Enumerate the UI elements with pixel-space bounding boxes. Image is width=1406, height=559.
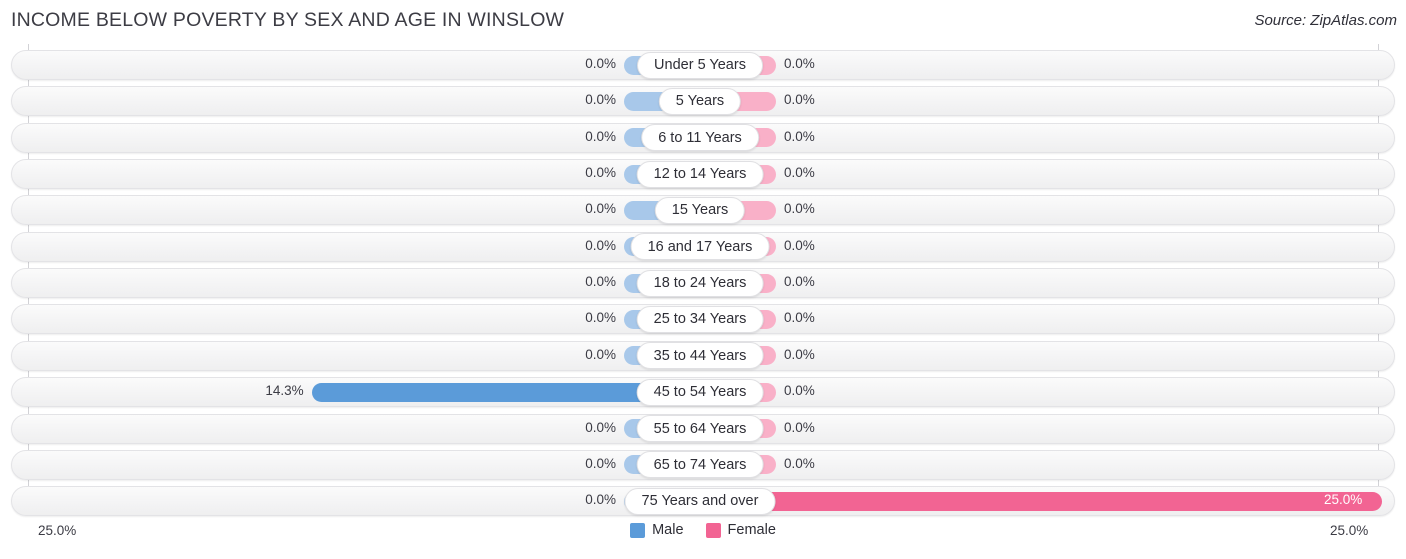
category-label: 15 Years (654, 196, 746, 224)
value-label-male: 0.0% (585, 237, 616, 253)
category-label-text: 16 and 17 Years (647, 238, 753, 255)
category-label-text: 6 to 11 Years (658, 129, 742, 146)
value-label-male: 0.0% (585, 455, 616, 471)
category-label: 18 to 24 Years (636, 269, 764, 297)
legend-label: Female (727, 522, 776, 538)
value-label-male: 0.0% (585, 274, 616, 290)
value-label-male: 0.0% (585, 346, 616, 362)
legend-item[interactable]: Female (705, 522, 776, 538)
value-label-female: 0.0% (784, 455, 815, 471)
legend-label: Male (652, 522, 684, 538)
category-label: 35 to 44 Years (636, 342, 764, 370)
value-label-male: 0.0% (585, 419, 616, 435)
category-label-text: 18 to 24 Years (653, 275, 747, 292)
category-label-text: 45 to 54 Years (653, 384, 747, 401)
value-label-female: 0.0% (784, 92, 815, 108)
value-label-male: 0.0% (585, 165, 616, 181)
value-label-female: 25.0% (1324, 492, 1363, 508)
value-label-male: 0.0% (585, 310, 616, 326)
legend-item[interactable]: Male (630, 522, 684, 538)
value-label-female: 0.0% (784, 419, 815, 435)
value-label-male: 0.0% (585, 128, 616, 144)
value-label-female: 0.0% (784, 346, 815, 362)
chart-legend: Male Female (0, 522, 1406, 538)
category-label-text: 15 Years (671, 202, 729, 219)
chart-plot-area: 0.0% 0.0% Under 5 Years 0.0% 0.0% 5 Years 0.0%… (0, 44, 1406, 517)
value-label-male: 14.3% (265, 383, 304, 399)
value-label-female: 0.0% (784, 201, 815, 217)
value-label-female: 0.0% (784, 310, 815, 326)
source-attribution: Source: ZipAtlas.com (1254, 12, 1397, 29)
value-label-male: 0.0% (585, 92, 616, 108)
legend-swatch-female (705, 522, 721, 538)
chart-header: INCOME BELOW POVERTY BY SEX AND AGE IN W… (0, 0, 1406, 44)
value-label-female: 0.0% (784, 56, 815, 71)
value-label-female: 0.0% (784, 383, 815, 399)
category-label: Under 5 Years (637, 51, 763, 79)
value-label-male: 0.0% (585, 201, 616, 217)
category-label: 25 to 34 Years (636, 305, 764, 333)
legend-swatch-male (630, 522, 646, 538)
page-title: INCOME BELOW POVERTY BY SEX AND AGE IN W… (11, 9, 565, 31)
category-label: 5 Years (658, 87, 742, 115)
category-label-text: 55 to 64 Years (653, 420, 747, 437)
value-label-male: 0.0% (585, 492, 616, 508)
category-label-text: 75 Years and over (641, 493, 759, 510)
category-label-text: 12 to 14 Years (653, 166, 747, 183)
bar-female (704, 491, 1382, 511)
category-label: 6 to 11 Years (641, 124, 759, 152)
category-label: 75 Years and over (624, 487, 776, 515)
chart-footer: 25.0% 25.0% Male Female (0, 514, 1406, 559)
value-label-female: 0.0% (784, 274, 815, 290)
category-label: 16 and 17 Years (630, 233, 770, 261)
category-label: 55 to 64 Years (636, 415, 764, 442)
value-label-male: 0.0% (585, 56, 616, 71)
category-label-text: 25 to 34 Years (653, 311, 747, 328)
category-label: 65 to 74 Years (636, 451, 764, 479)
category-label-text: 65 to 74 Years (653, 456, 747, 473)
category-label-text: 5 Years (675, 93, 725, 110)
category-label: 12 to 14 Years (636, 160, 764, 188)
value-label-female: 0.0% (784, 165, 815, 181)
category-label-text: 35 to 44 Years (653, 347, 747, 364)
value-label-female: 0.0% (784, 237, 815, 253)
category-label: 45 to 54 Years (636, 378, 764, 406)
value-label-female: 0.0% (784, 128, 815, 144)
category-label-text: Under 5 Years (654, 57, 746, 73)
